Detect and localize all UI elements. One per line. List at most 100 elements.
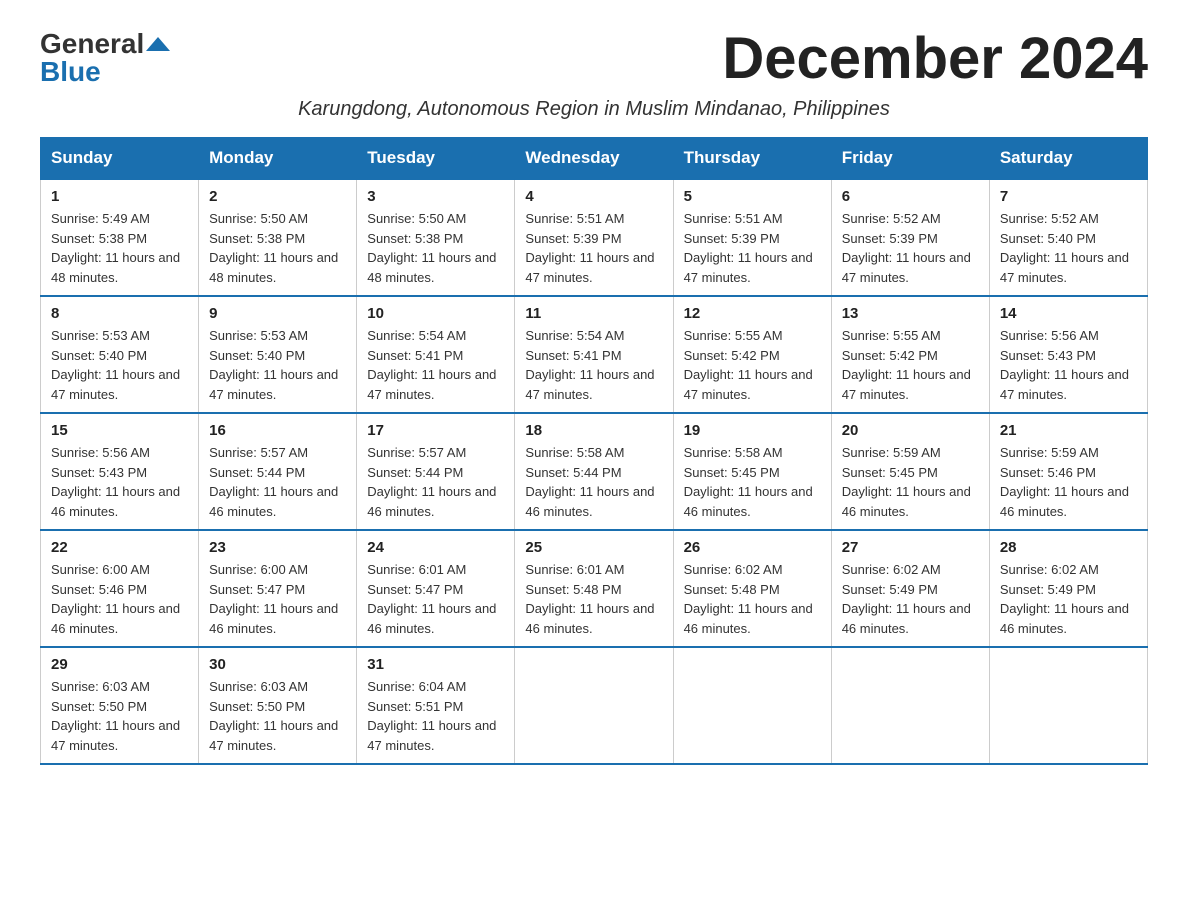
day-cell-30: 30 Sunrise: 6:03 AM Sunset: 5:50 PM Dayl… [199, 647, 357, 764]
subtitle: Karungdong, Autonomous Region in Muslim … [40, 98, 1148, 121]
day-number: 6 [842, 188, 979, 205]
day-cell-3: 3 Sunrise: 5:50 AM Sunset: 5:38 PM Dayli… [357, 179, 515, 296]
day-info: Sunrise: 6:01 AM Sunset: 5:48 PM Dayligh… [525, 560, 662, 638]
day-cell-14: 14 Sunrise: 5:56 AM Sunset: 5:43 PM Dayl… [989, 296, 1147, 413]
week-row-5: 29 Sunrise: 6:03 AM Sunset: 5:50 PM Dayl… [41, 647, 1148, 764]
day-number: 26 [684, 539, 821, 556]
day-info: Sunrise: 5:58 AM Sunset: 5:44 PM Dayligh… [525, 443, 662, 521]
weekday-header-friday: Friday [831, 138, 989, 180]
month-title: December 2024 [722, 30, 1148, 88]
logo-blue-text: Blue [40, 58, 101, 86]
empty-cell [673, 647, 831, 764]
week-row-4: 22 Sunrise: 6:00 AM Sunset: 5:46 PM Dayl… [41, 530, 1148, 647]
day-number: 3 [367, 188, 504, 205]
day-info: Sunrise: 5:59 AM Sunset: 5:46 PM Dayligh… [1000, 443, 1137, 521]
day-info: Sunrise: 5:55 AM Sunset: 5:42 PM Dayligh… [684, 326, 821, 404]
day-cell-24: 24 Sunrise: 6:01 AM Sunset: 5:47 PM Dayl… [357, 530, 515, 647]
day-info: Sunrise: 5:54 AM Sunset: 5:41 PM Dayligh… [525, 326, 662, 404]
day-cell-27: 27 Sunrise: 6:02 AM Sunset: 5:49 PM Dayl… [831, 530, 989, 647]
day-cell-6: 6 Sunrise: 5:52 AM Sunset: 5:39 PM Dayli… [831, 179, 989, 296]
day-number: 5 [684, 188, 821, 205]
day-cell-20: 20 Sunrise: 5:59 AM Sunset: 5:45 PM Dayl… [831, 413, 989, 530]
day-number: 14 [1000, 305, 1137, 322]
day-number: 19 [684, 422, 821, 439]
day-cell-23: 23 Sunrise: 6:00 AM Sunset: 5:47 PM Dayl… [199, 530, 357, 647]
day-number: 17 [367, 422, 504, 439]
day-info: Sunrise: 5:53 AM Sunset: 5:40 PM Dayligh… [51, 326, 188, 404]
day-cell-26: 26 Sunrise: 6:02 AM Sunset: 5:48 PM Dayl… [673, 530, 831, 647]
day-info: Sunrise: 5:53 AM Sunset: 5:40 PM Dayligh… [209, 326, 346, 404]
day-cell-4: 4 Sunrise: 5:51 AM Sunset: 5:39 PM Dayli… [515, 179, 673, 296]
week-row-1: 1 Sunrise: 5:49 AM Sunset: 5:38 PM Dayli… [41, 179, 1148, 296]
day-cell-11: 11 Sunrise: 5:54 AM Sunset: 5:41 PM Dayl… [515, 296, 673, 413]
day-cell-25: 25 Sunrise: 6:01 AM Sunset: 5:48 PM Dayl… [515, 530, 673, 647]
day-info: Sunrise: 6:01 AM Sunset: 5:47 PM Dayligh… [367, 560, 504, 638]
day-number: 11 [525, 305, 662, 322]
day-info: Sunrise: 5:57 AM Sunset: 5:44 PM Dayligh… [209, 443, 346, 521]
day-number: 18 [525, 422, 662, 439]
weekday-header-sunday: Sunday [41, 138, 199, 180]
day-cell-19: 19 Sunrise: 5:58 AM Sunset: 5:45 PM Dayl… [673, 413, 831, 530]
empty-cell [831, 647, 989, 764]
day-info: Sunrise: 6:03 AM Sunset: 5:50 PM Dayligh… [209, 677, 346, 755]
logo-triangle-icon [146, 37, 170, 51]
day-info: Sunrise: 5:49 AM Sunset: 5:38 PM Dayligh… [51, 209, 188, 287]
day-number: 30 [209, 656, 346, 673]
day-number: 16 [209, 422, 346, 439]
weekday-header-row: SundayMondayTuesdayWednesdayThursdayFrid… [41, 138, 1148, 180]
weekday-header-thursday: Thursday [673, 138, 831, 180]
day-number: 2 [209, 188, 346, 205]
day-info: Sunrise: 6:03 AM Sunset: 5:50 PM Dayligh… [51, 677, 188, 755]
day-info: Sunrise: 5:51 AM Sunset: 5:39 PM Dayligh… [684, 209, 821, 287]
weekday-header-monday: Monday [199, 138, 357, 180]
day-info: Sunrise: 5:56 AM Sunset: 5:43 PM Dayligh… [1000, 326, 1137, 404]
day-cell-28: 28 Sunrise: 6:02 AM Sunset: 5:49 PM Dayl… [989, 530, 1147, 647]
day-number: 21 [1000, 422, 1137, 439]
day-info: Sunrise: 5:58 AM Sunset: 5:45 PM Dayligh… [684, 443, 821, 521]
day-number: 28 [1000, 539, 1137, 556]
weekday-header-wednesday: Wednesday [515, 138, 673, 180]
day-number: 31 [367, 656, 504, 673]
day-number: 4 [525, 188, 662, 205]
calendar-table: SundayMondayTuesdayWednesdayThursdayFrid… [40, 137, 1148, 765]
day-number: 24 [367, 539, 504, 556]
day-info: Sunrise: 6:02 AM Sunset: 5:49 PM Dayligh… [1000, 560, 1137, 638]
day-number: 10 [367, 305, 504, 322]
day-cell-13: 13 Sunrise: 5:55 AM Sunset: 5:42 PM Dayl… [831, 296, 989, 413]
day-cell-16: 16 Sunrise: 5:57 AM Sunset: 5:44 PM Dayl… [199, 413, 357, 530]
day-number: 20 [842, 422, 979, 439]
day-cell-7: 7 Sunrise: 5:52 AM Sunset: 5:40 PM Dayli… [989, 179, 1147, 296]
day-number: 13 [842, 305, 979, 322]
day-number: 9 [209, 305, 346, 322]
day-number: 12 [684, 305, 821, 322]
logo-top: General [40, 30, 170, 58]
day-info: Sunrise: 5:52 AM Sunset: 5:39 PM Dayligh… [842, 209, 979, 287]
day-cell-17: 17 Sunrise: 5:57 AM Sunset: 5:44 PM Dayl… [357, 413, 515, 530]
header: General Blue December 2024 [40, 30, 1148, 88]
day-cell-15: 15 Sunrise: 5:56 AM Sunset: 5:43 PM Dayl… [41, 413, 199, 530]
logo: General Blue [40, 30, 170, 86]
day-info: Sunrise: 6:00 AM Sunset: 5:46 PM Dayligh… [51, 560, 188, 638]
day-cell-18: 18 Sunrise: 5:58 AM Sunset: 5:44 PM Dayl… [515, 413, 673, 530]
empty-cell [515, 647, 673, 764]
day-cell-21: 21 Sunrise: 5:59 AM Sunset: 5:46 PM Dayl… [989, 413, 1147, 530]
weekday-header-saturday: Saturday [989, 138, 1147, 180]
day-info: Sunrise: 6:02 AM Sunset: 5:49 PM Dayligh… [842, 560, 979, 638]
empty-cell [989, 647, 1147, 764]
day-info: Sunrise: 5:55 AM Sunset: 5:42 PM Dayligh… [842, 326, 979, 404]
day-info: Sunrise: 5:57 AM Sunset: 5:44 PM Dayligh… [367, 443, 504, 521]
week-row-2: 8 Sunrise: 5:53 AM Sunset: 5:40 PM Dayli… [41, 296, 1148, 413]
weekday-header-tuesday: Tuesday [357, 138, 515, 180]
day-info: Sunrise: 5:54 AM Sunset: 5:41 PM Dayligh… [367, 326, 504, 404]
day-number: 29 [51, 656, 188, 673]
day-info: Sunrise: 6:02 AM Sunset: 5:48 PM Dayligh… [684, 560, 821, 638]
day-cell-2: 2 Sunrise: 5:50 AM Sunset: 5:38 PM Dayli… [199, 179, 357, 296]
day-cell-8: 8 Sunrise: 5:53 AM Sunset: 5:40 PM Dayli… [41, 296, 199, 413]
day-number: 22 [51, 539, 188, 556]
day-cell-12: 12 Sunrise: 5:55 AM Sunset: 5:42 PM Dayl… [673, 296, 831, 413]
week-row-3: 15 Sunrise: 5:56 AM Sunset: 5:43 PM Dayl… [41, 413, 1148, 530]
day-cell-31: 31 Sunrise: 6:04 AM Sunset: 5:51 PM Dayl… [357, 647, 515, 764]
day-info: Sunrise: 6:00 AM Sunset: 5:47 PM Dayligh… [209, 560, 346, 638]
day-info: Sunrise: 5:56 AM Sunset: 5:43 PM Dayligh… [51, 443, 188, 521]
day-number: 15 [51, 422, 188, 439]
